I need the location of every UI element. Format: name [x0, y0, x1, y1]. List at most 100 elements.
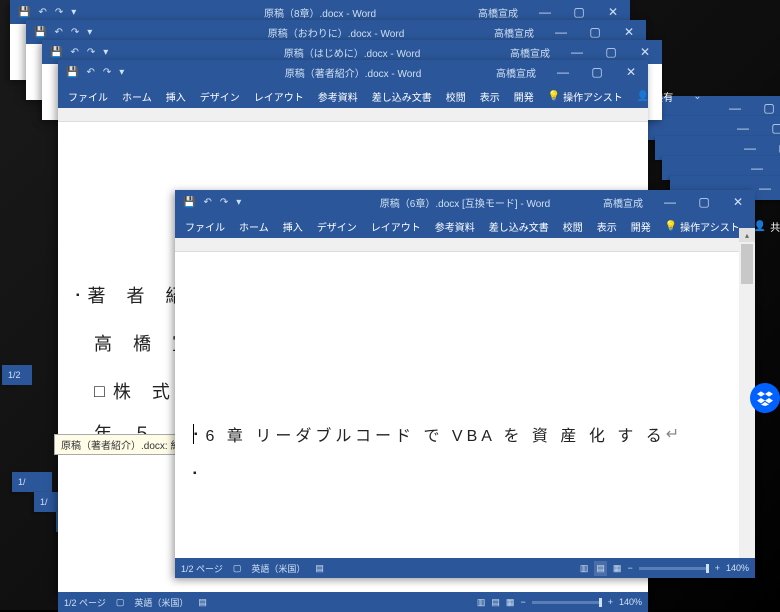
- document-area[interactable]: ▪ 6 章 リーダブルコード で VBA を 資 産 化 す る ↵ ▪: [175, 252, 755, 558]
- undo-icon[interactable]: ↶: [86, 67, 94, 78]
- redo-icon[interactable]: ↷: [220, 197, 228, 208]
- qat-dropdown-icon[interactable]: ▾: [236, 197, 241, 208]
- doc-title: 原稿（はじめに）.docx: [284, 49, 388, 60]
- qat-dropdown-icon[interactable]: ▾: [119, 67, 124, 78]
- user-name[interactable]: 高橋宣成: [484, 25, 544, 40]
- zoom-out-icon[interactable]: −: [627, 563, 632, 573]
- tab-view[interactable]: 表示: [480, 89, 500, 104]
- doc-title: 原稿（6章）.docx: [380, 199, 459, 210]
- save-icon[interactable]: 💾: [66, 67, 78, 78]
- view-print-icon[interactable]: ▤: [491, 597, 500, 608]
- view-print-icon[interactable]: ▤: [594, 561, 607, 576]
- zoom-slider[interactable]: [532, 601, 602, 604]
- book-icon[interactable]: ▢: [116, 597, 125, 608]
- redo-icon[interactable]: ↷: [71, 27, 79, 38]
- scroll-up-icon[interactable]: ▴: [739, 228, 755, 242]
- user-name[interactable]: 高橋宣成: [468, 5, 528, 20]
- page-indicator[interactable]: 1/2 ページ: [64, 596, 106, 609]
- tab-references[interactable]: 参考資料: [435, 219, 475, 234]
- tab-references[interactable]: 参考資料: [318, 89, 358, 104]
- tab-insert[interactable]: 挿入: [166, 89, 186, 104]
- undo-icon[interactable]: ↶: [54, 27, 62, 38]
- qat-dropdown-icon[interactable]: ▾: [87, 27, 92, 38]
- bullet-icon: ▪: [194, 429, 198, 440]
- dropbox-badge-icon[interactable]: [750, 383, 780, 413]
- scroll-thumb[interactable]: [741, 244, 753, 284]
- redo-icon[interactable]: ↷: [103, 67, 111, 78]
- user-name[interactable]: 高橋宣成: [486, 65, 546, 80]
- ribbon-tabs: ファイル ホーム 挿入 デザイン レイアウト 参考資料 差し込み文書 校閲 表示…: [58, 84, 648, 108]
- ribbon-tabs: ファイル ホーム 挿入 デザイン レイアウト 参考資料 差し込み文書 校閲 表示…: [175, 214, 755, 238]
- qat-dropdown-icon[interactable]: ▾: [71, 7, 76, 18]
- redo-icon[interactable]: ↷: [87, 47, 95, 58]
- save-icon[interactable]: 💾: [183, 197, 195, 208]
- tab-review[interactable]: 校閲: [563, 219, 583, 234]
- close-icon[interactable]: ✕: [721, 190, 755, 214]
- undo-icon[interactable]: ↶: [70, 47, 78, 58]
- book-icon[interactable]: ▢: [233, 563, 242, 574]
- doc-title: 原稿（8章）.docx: [264, 9, 343, 20]
- bullet-icon: ▪: [193, 468, 197, 479]
- page-indicator[interactable]: 1/2 ページ: [181, 562, 223, 575]
- macro-icon[interactable]: ▤: [198, 597, 207, 608]
- tab-file[interactable]: ファイル: [68, 89, 108, 104]
- page-indicator: 1/2: [8, 370, 21, 380]
- zoom-level[interactable]: 140%: [619, 597, 642, 607]
- zoom-out-icon[interactable]: −: [520, 597, 525, 607]
- tab-home[interactable]: ホーム: [122, 89, 152, 104]
- ribbon-collapse-icon[interactable]: ⌄: [693, 91, 701, 102]
- undo-icon[interactable]: ↶: [203, 197, 211, 208]
- view-web-icon[interactable]: ▦: [613, 563, 622, 574]
- tab-layout[interactable]: レイアウト: [254, 89, 304, 104]
- close-icon[interactable]: ✕: [614, 60, 648, 84]
- zoom-in-icon[interactable]: +: [715, 563, 720, 573]
- user-name[interactable]: 高橋宣成: [593, 195, 653, 210]
- tell-me-assist[interactable]: 💡 操作アシスト: [548, 89, 623, 104]
- tab-developer[interactable]: 開発: [514, 89, 534, 104]
- save-icon[interactable]: 💾: [34, 27, 46, 38]
- tab-view[interactable]: 表示: [597, 219, 617, 234]
- tab-review[interactable]: 校閲: [446, 89, 466, 104]
- tab-mailings[interactable]: 差し込み文書: [489, 219, 549, 234]
- ruler[interactable]: [175, 238, 755, 252]
- view-read-icon[interactable]: ▥: [580, 563, 589, 574]
- share-button[interactable]: 👤 共有: [754, 219, 780, 234]
- tab-layout[interactable]: レイアウト: [371, 219, 421, 234]
- ruler[interactable]: [58, 108, 648, 122]
- tab-design[interactable]: デザイン: [317, 219, 357, 234]
- share-button[interactable]: 👤 共有: [637, 89, 673, 104]
- user-name[interactable]: 高橋宣成: [500, 45, 560, 60]
- maximize-icon[interactable]: ▢: [580, 60, 614, 84]
- language-indicator[interactable]: 英語（米国）: [251, 562, 305, 575]
- macro-icon[interactable]: ▤: [315, 563, 324, 574]
- language-indicator[interactable]: 英語（米国）: [134, 596, 188, 609]
- compat-mode: [互換モード]: [462, 199, 518, 210]
- status-bar: 1/2 ページ ▢ 英語（米国） ▤ ▥ ▤ ▦ − + 140%: [175, 558, 755, 578]
- chapter-heading: 6 章 リーダブルコード で VBA を 資 産 化 す る: [206, 422, 666, 446]
- zoom-slider[interactable]: [639, 567, 709, 570]
- view-read-icon[interactable]: ▥: [477, 597, 486, 608]
- tab-developer[interactable]: 開発: [631, 219, 651, 234]
- minimize-icon[interactable]: —: [546, 60, 580, 84]
- zoom-level[interactable]: 140%: [726, 563, 749, 573]
- bullet-icon: ▪: [76, 290, 80, 301]
- zoom-in-icon[interactable]: +: [608, 597, 613, 607]
- tab-design[interactable]: デザイン: [200, 89, 240, 104]
- redo-icon[interactable]: ↷: [55, 7, 63, 18]
- minimize-icon[interactable]: —: [653, 190, 687, 214]
- doc-title: 原稿（著者紹介）.docx: [285, 69, 389, 80]
- qat-dropdown-icon[interactable]: ▾: [103, 47, 108, 58]
- status-bar: 1/2 ページ ▢ 英語（米国） ▤ ▥ ▤ ▦ − + 140%: [58, 592, 648, 612]
- tab-mailings[interactable]: 差し込み文書: [372, 89, 432, 104]
- word-window-front[interactable]: 💾 ↶ ↷ ▾ 原稿（6章）.docx [互換モード] - Word 高橋宣成 …: [175, 190, 755, 578]
- save-icon[interactable]: 💾: [50, 47, 62, 58]
- tab-insert[interactable]: 挿入: [283, 219, 303, 234]
- view-web-icon[interactable]: ▦: [506, 597, 515, 608]
- maximize-icon[interactable]: ▢: [687, 190, 721, 214]
- undo-icon[interactable]: ↶: [38, 7, 46, 18]
- tab-file[interactable]: ファイル: [185, 219, 225, 234]
- tab-home[interactable]: ホーム: [239, 219, 269, 234]
- tooltip: 原稿（著者紹介）.docx: 約: [54, 434, 187, 455]
- save-icon[interactable]: 💾: [18, 7, 30, 18]
- tell-me-assist[interactable]: 💡 操作アシスト: [665, 219, 740, 234]
